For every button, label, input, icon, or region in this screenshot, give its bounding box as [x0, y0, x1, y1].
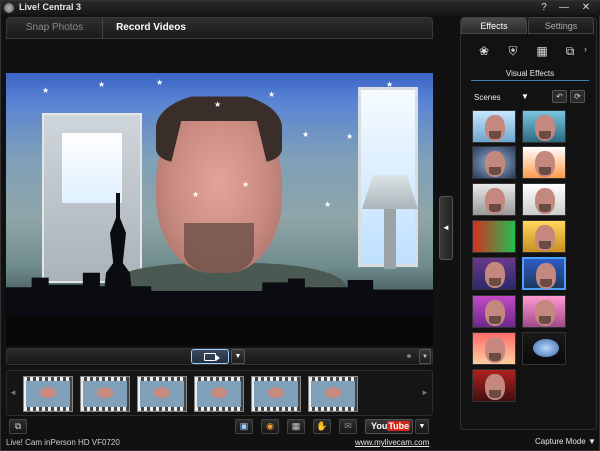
effect-thumbnail[interactable]	[472, 257, 516, 290]
film-icon[interactable]: ▦	[287, 419, 305, 434]
video-camera-icon	[204, 353, 220, 361]
video-thumbnail[interactable]	[194, 376, 244, 412]
device-name: Live! Cam inPerson HD VF0720	[6, 438, 120, 447]
tab-snap-photos[interactable]: Snap Photos	[7, 18, 103, 38]
star-icon: ★	[98, 80, 106, 89]
title-bar: Live! Central 3 ? — ✕	[1, 1, 600, 15]
minimize-button[interactable]: —	[557, 1, 571, 14]
star-icon: ★	[156, 78, 164, 87]
effect-thumbnail[interactable]	[522, 295, 566, 328]
star-icon: ★	[268, 90, 276, 99]
capture-mode-dropdown[interactable]: Capture Mode ▼	[535, 437, 596, 446]
app-logo-icon	[4, 3, 14, 13]
video-thumbnail[interactable]	[251, 376, 301, 412]
tab-record-videos[interactable]: Record Videos	[103, 18, 199, 38]
video-thumbnail[interactable]	[137, 376, 187, 412]
effect-thumbnail[interactable]	[472, 332, 516, 365]
effect-thumbnail-selected[interactable]	[522, 257, 566, 290]
microphone-icon[interactable]: ⚭	[401, 349, 417, 364]
record-button[interactable]	[191, 349, 229, 364]
email-icon[interactable]: ✉	[339, 419, 357, 434]
close-button[interactable]: ✕	[579, 1, 593, 14]
effect-thumbnail[interactable]	[522, 183, 566, 216]
video-thumbnail[interactable]	[80, 376, 130, 412]
image-icon[interactable]: ▣	[235, 419, 253, 434]
window-title: Live! Central 3	[19, 2, 82, 12]
video-thumbnail[interactable]	[23, 376, 73, 412]
star-icon: ★	[242, 180, 250, 189]
filmstrip-prev-button[interactable]: ◄	[9, 387, 17, 399]
effect-thumbnail[interactable]	[472, 369, 516, 402]
effect-thumbnail[interactable]	[472, 183, 516, 216]
preview-letterbox	[6, 316, 433, 346]
chevron-right-icon[interactable]: ›	[584, 44, 587, 54]
effect-thumbnail[interactable]	[472, 110, 516, 143]
section-title: Visual Effects	[471, 69, 589, 81]
filmstrip-next-button[interactable]: ►	[421, 387, 429, 399]
effect-thumbnail[interactable]	[522, 220, 566, 253]
copy-icon[interactable]: ⧉	[9, 419, 27, 434]
star-icon: ★	[214, 100, 222, 109]
star-icon: ★	[192, 190, 200, 199]
record-options-dropdown[interactable]: ▼	[231, 349, 245, 364]
effect-thumbnail[interactable]	[522, 146, 566, 179]
microphone-dropdown[interactable]: ▼	[419, 349, 431, 364]
preview-door	[42, 113, 142, 283]
video-preview: ★ ★ ★ ★ ★ ★ ★ ★ ★ ★ ★	[6, 73, 433, 316]
frames-icon[interactable]: ⧉	[561, 43, 579, 59]
tab-effects[interactable]: Effects	[461, 17, 527, 34]
star-icon: ★	[302, 130, 310, 139]
scenes-label: Scenes	[474, 93, 501, 102]
star-icon: ★	[346, 132, 354, 141]
mask-icon[interactable]: ⛨	[504, 43, 522, 59]
youtube-logo-text: You	[371, 421, 388, 431]
video-thumbnail[interactable]	[308, 376, 358, 412]
effect-thumbnail[interactable]	[472, 220, 516, 253]
youtube-logo-tube: Tube	[387, 421, 411, 431]
tab-settings[interactable]: Settings	[528, 17, 594, 34]
share-dropdown[interactable]: ▼	[415, 419, 429, 434]
chevron-down-icon: ▼	[587, 437, 596, 446]
website-link[interactable]: www.mylivecam.com	[355, 438, 429, 447]
star-icon: ★	[386, 80, 394, 89]
easel-icon[interactable]: ▦	[533, 43, 551, 59]
effect-thumbnail[interactable]	[472, 146, 516, 179]
undo-icon[interactable]: ↶	[552, 90, 567, 103]
effect-thumbnail[interactable]	[522, 110, 566, 143]
effect-thumbnail[interactable]	[472, 295, 516, 328]
youtube-upload-button[interactable]: YouTube	[365, 419, 413, 434]
hand-icon[interactable]: ✋	[313, 419, 331, 434]
scenes-dropdown[interactable]: ▼	[521, 92, 529, 101]
star-icon: ★	[324, 200, 332, 209]
help-button[interactable]: ?	[537, 1, 551, 14]
mode-tabs: Snap Photos Record Videos	[6, 17, 433, 39]
burn-disc-icon[interactable]: ◉	[261, 419, 279, 434]
capture-mode-label: Capture Mode	[535, 437, 586, 446]
star-icon: ★	[42, 86, 50, 95]
app-window: Live! Central 3 ? — ✕ Snap Photos Record…	[0, 0, 600, 451]
effect-thumbnail[interactable]	[522, 332, 566, 365]
reset-icon[interactable]: ⟳	[570, 90, 585, 103]
palette-icon[interactable]: ❀	[475, 43, 493, 59]
collapse-panel-button[interactable]: ◄	[439, 196, 453, 260]
